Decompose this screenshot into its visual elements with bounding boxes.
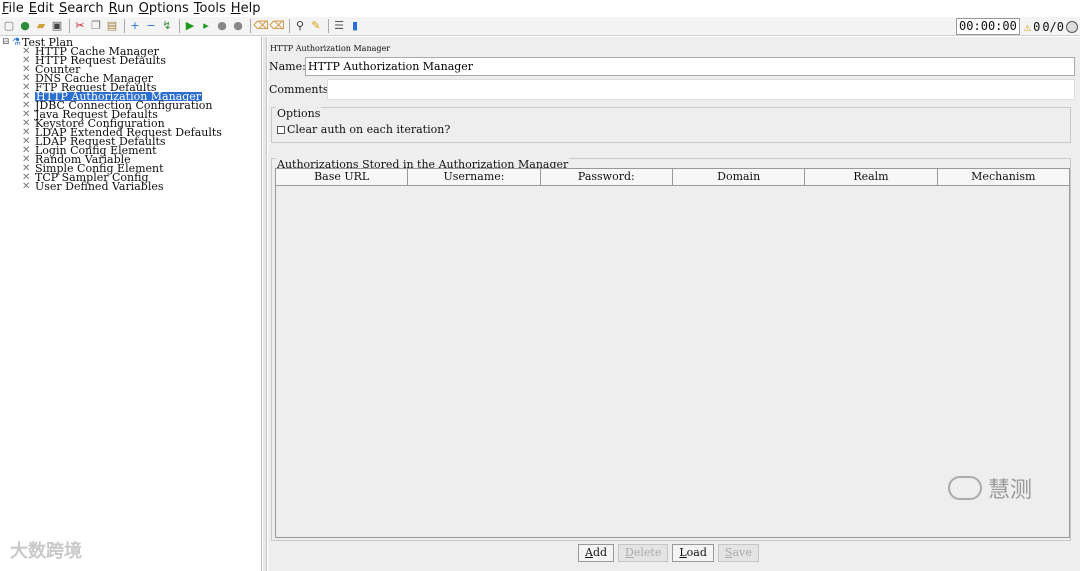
- element-editor-panel: HTTP Authorization Manager Name: Comment…: [268, 37, 1080, 571]
- delete-button[interactable]: Delete: [618, 544, 669, 562]
- column-mechanism[interactable]: Mechanism: [938, 169, 1069, 185]
- stop-icon[interactable]: ●: [215, 19, 229, 33]
- reset-search-icon[interactable]: ✎: [309, 19, 323, 33]
- add-button[interactable]: Add: [578, 544, 615, 562]
- copy-icon[interactable]: ❐: [89, 19, 103, 33]
- warning-count: 0: [1033, 19, 1041, 34]
- name-row: Name:: [269, 56, 1075, 77]
- watermark-wechat: 慧测: [947, 472, 1032, 504]
- watermark-right-text: 慧测: [987, 478, 1032, 503]
- clear-auth-label: Clear auth on each iteration?: [287, 123, 451, 136]
- tree-item-label: User Defined Variables: [35, 180, 164, 193]
- start-no-pauses-icon[interactable]: ▸: [199, 19, 213, 33]
- comments-row: Comments:: [269, 78, 1075, 100]
- menu-tools[interactable]: Tools: [194, 0, 226, 17]
- action-buttons: Add Delete Load Save: [578, 544, 763, 562]
- templates-icon[interactable]: ●: [18, 19, 32, 33]
- clear-auth-checkbox[interactable]: Clear auth on each iteration?: [277, 123, 450, 136]
- warning-icon[interactable]: ⚠: [1024, 20, 1031, 34]
- toolbar-separator: [179, 19, 180, 33]
- toolbar-separator: [69, 19, 70, 33]
- test-plan-icon: ⚗: [12, 37, 21, 48]
- menu-run[interactable]: Run: [109, 0, 134, 17]
- watermark-logo: 大数跨境: [10, 541, 82, 562]
- menu-help[interactable]: Help: [231, 0, 261, 17]
- clear-icon[interactable]: ⌫: [253, 19, 269, 33]
- paste-icon[interactable]: ▤: [105, 19, 119, 33]
- collapse-toggle-icon[interactable]: ⊟: [2, 38, 12, 47]
- toolbar-separator: [328, 19, 329, 33]
- help-icon[interactable]: ▮: [348, 19, 362, 33]
- save-icon[interactable]: ▣: [50, 19, 64, 33]
- status-area: 00:00:00 ⚠ 0 0/0: [956, 18, 1078, 35]
- toolbar-separator: [289, 19, 290, 33]
- thread-counts: 0/0: [1042, 19, 1064, 34]
- remote-globe-icon[interactable]: [1066, 20, 1078, 33]
- function-helper-icon[interactable]: ☰: [332, 19, 346, 33]
- new-icon[interactable]: ▢: [2, 19, 16, 33]
- clear-all-icon[interactable]: ⌫: [269, 19, 285, 33]
- load-button[interactable]: Load: [672, 544, 714, 562]
- options-legend: Options: [276, 107, 322, 120]
- test-plan-tree: ⊟ ⚗ Test Plan ✕ HTTP Cache Manager ✕ HTTP R…: [2, 37, 222, 193]
- toolbar-separator: [250, 19, 251, 33]
- menu-file[interactable]: File: [2, 0, 24, 17]
- comments-field[interactable]: [327, 78, 1075, 100]
- name-field[interactable]: [305, 57, 1075, 76]
- table-header: Base URL Username: Password: Domain Real…: [276, 169, 1069, 186]
- authorizations-group: Authorizations Stored in the Authorizati…: [271, 158, 1071, 541]
- comments-label: Comments:: [269, 82, 333, 96]
- column-base-url[interactable]: Base URL: [276, 169, 409, 185]
- config-element-icon: ✕: [22, 181, 31, 192]
- menu-options[interactable]: Options: [139, 0, 189, 17]
- name-label: Name:: [269, 60, 306, 73]
- element-title: HTTP Authorization Manager: [270, 44, 391, 53]
- column-username[interactable]: Username:: [408, 169, 541, 185]
- checkbox-box[interactable]: [277, 125, 285, 134]
- menu-edit[interactable]: Edit: [29, 0, 54, 17]
- tree-item[interactable]: ✕ User Defined Variables: [22, 180, 222, 193]
- menu-search[interactable]: Search: [59, 0, 104, 17]
- column-password[interactable]: Password:: [541, 169, 673, 185]
- expand-all-icon[interactable]: +: [128, 19, 142, 33]
- column-realm[interactable]: Realm: [805, 169, 938, 185]
- shutdown-icon[interactable]: ●: [231, 19, 245, 33]
- wechat-icon: [947, 476, 982, 500]
- open-icon[interactable]: ▰: [34, 19, 48, 33]
- start-icon[interactable]: ▶: [183, 19, 197, 33]
- options-group: Options Clear auth on each iteration?: [271, 107, 1071, 143]
- save-button[interactable]: Save: [717, 544, 759, 562]
- test-plan-tree-panel: ⊟ ⚗ Test Plan ✕ HTTP Cache Manager ✕ HTTP R…: [0, 37, 262, 571]
- search-icon[interactable]: ⚲: [293, 19, 307, 33]
- cut-icon[interactable]: ✂: [73, 19, 87, 33]
- menu-bar: File Edit Search Run Options Tools Help: [0, 0, 1080, 17]
- toggle-icon[interactable]: ↯: [160, 19, 174, 33]
- collapse-all-icon[interactable]: −: [144, 19, 158, 33]
- column-domain[interactable]: Domain: [673, 169, 806, 185]
- toolbar: ▢ ● ▰ ▣ ✂ ❐ ▤ + − ↯ ▶ ▸ ● ● ⌫ ⌫ ⚲ ✎ ☰ ▮ …: [0, 17, 1080, 36]
- split-pane-divider[interactable]: [263, 37, 267, 571]
- elapsed-timer: 00:00:00: [956, 18, 1020, 35]
- toolbar-separator: [124, 19, 125, 33]
